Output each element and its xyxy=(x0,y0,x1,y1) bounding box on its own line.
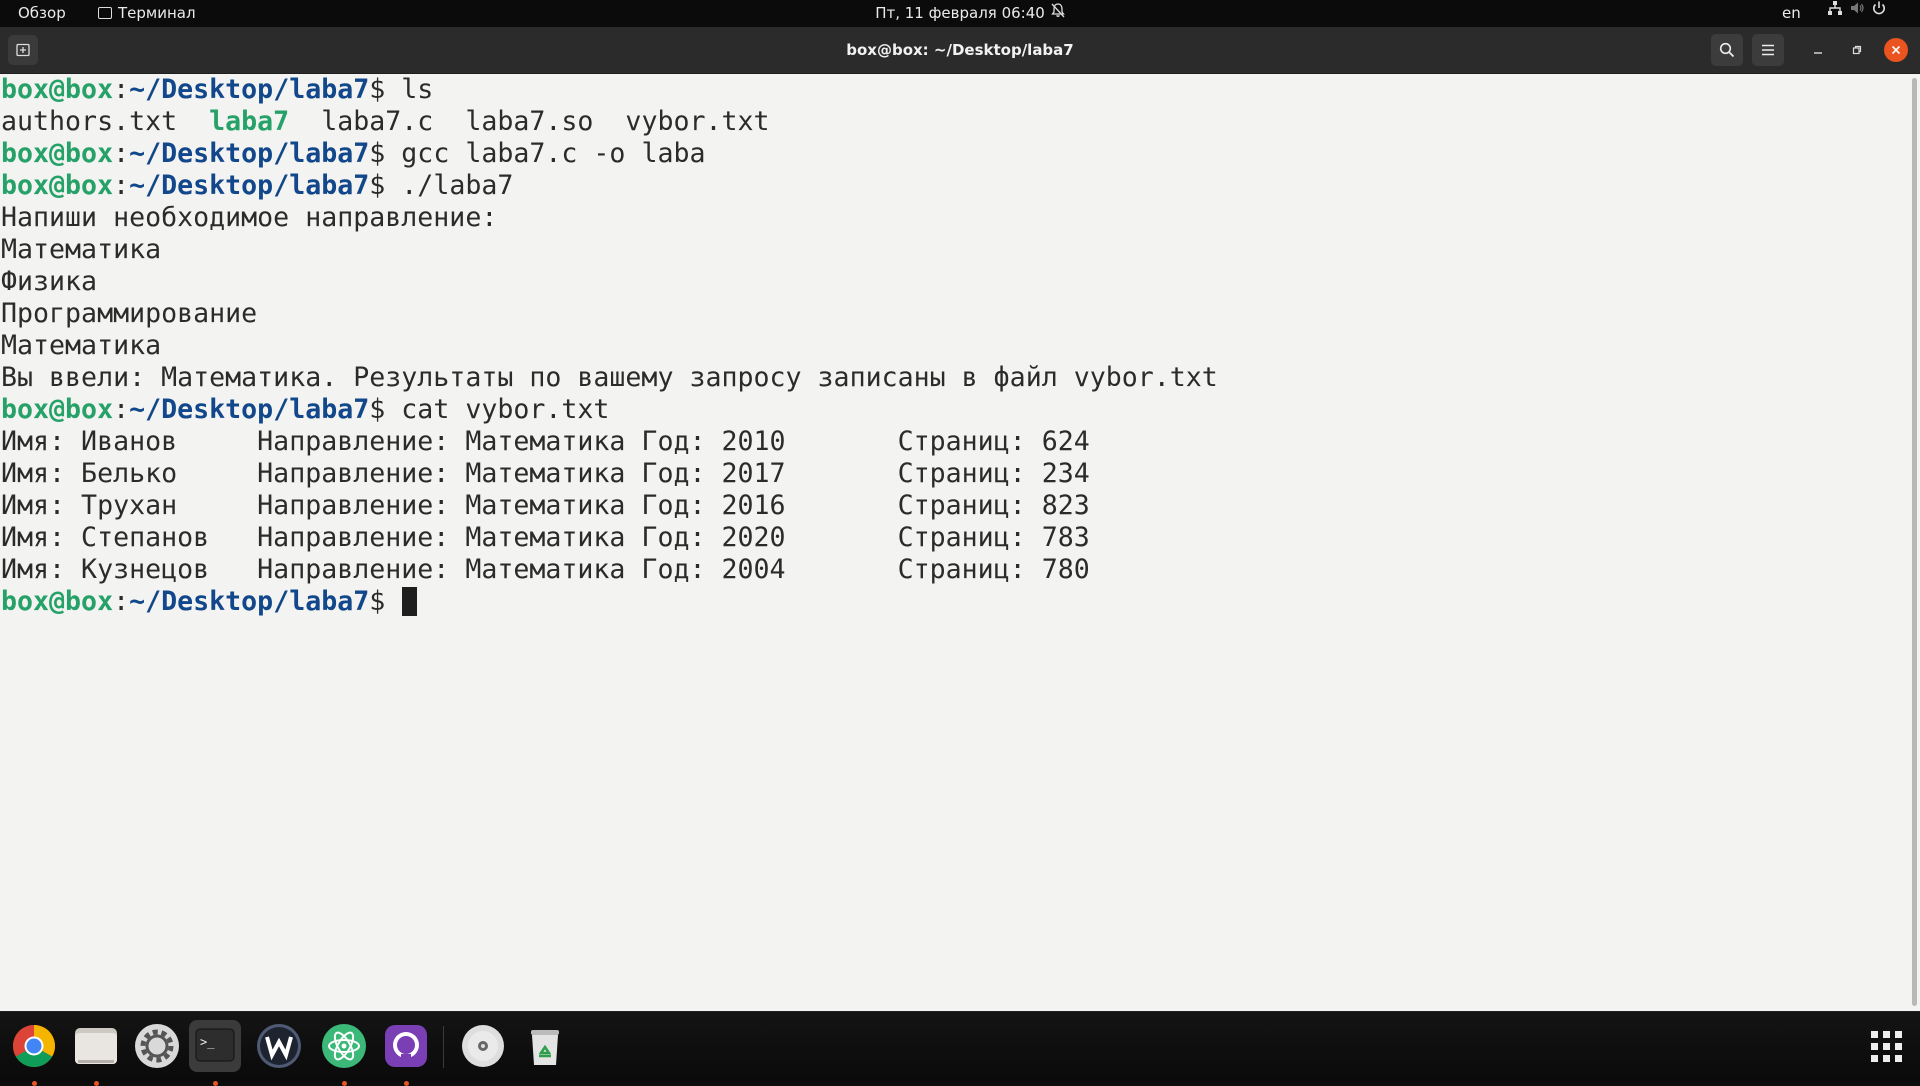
trash-icon[interactable] xyxy=(519,1020,571,1072)
show-applications-icon[interactable] xyxy=(1868,1028,1906,1066)
atom-icon[interactable] xyxy=(318,1020,370,1086)
running-indicator xyxy=(213,1081,218,1086)
running-indicator xyxy=(32,1081,37,1086)
app-menu-label: Терминал xyxy=(118,4,196,22)
close-icon xyxy=(1891,45,1901,55)
notifications-bell-icon[interactable] xyxy=(1051,0,1065,27)
prompt-path: ~/Desktop/laba7 xyxy=(129,170,370,201)
prompt-separator: : xyxy=(113,586,130,617)
new-tab-button[interactable] xyxy=(8,35,38,65)
chrome-icon[interactable] xyxy=(8,1020,60,1086)
terminal-line: box@box:~/Desktop/laba7$ ls xyxy=(1,74,1218,106)
ls-output-text: laba7.c laba7.so vybor.txt xyxy=(289,106,770,137)
running-indicator xyxy=(94,1081,99,1086)
hamburger-menu-icon xyxy=(1762,44,1774,56)
clock-area: Пт, 11 февраля 06:40 xyxy=(0,0,1920,27)
running-indicator xyxy=(342,1081,347,1086)
terminal-line: Имя: Кузнецов Направление: Математика Го… xyxy=(1,554,1090,585)
terminal-line: Имя: Белько Направление: Математика Год:… xyxy=(1,458,1090,489)
terminal-line: Математика xyxy=(1,234,162,265)
power-icon xyxy=(1873,1,1885,15)
terminal-line: Имя: Степанов Направление: Математика Го… xyxy=(1,522,1090,553)
app-menu-button[interactable]: Терминал xyxy=(98,0,196,27)
prompt-separator: : xyxy=(113,170,130,201)
terminal-line: Физика xyxy=(1,266,98,297)
prompt-dollar: $ xyxy=(369,394,402,425)
terminal-line: box@box:~/Desktop/laba7$ cat vybor.txt xyxy=(1,394,1218,426)
terminal-line: Имя: Иванов Направление: Математика Год:… xyxy=(1,426,1090,457)
terminal-line: box@box:~/Desktop/laba7$ ./laba7 xyxy=(1,170,1218,202)
dock: >_ xyxy=(0,1011,1920,1086)
window-title: box@box: ~/Desktop/laba7 xyxy=(846,41,1074,59)
terminal-line: Имя: Трухан Направление: Математика Год:… xyxy=(1,490,1090,521)
top-bar: Обзор Терминал Пт, 11 февраля 06:40 en xyxy=(0,0,1920,27)
clock[interactable]: Пт, 11 февраля 06:40 xyxy=(875,4,1045,22)
hamburger-menu-button[interactable] xyxy=(1752,34,1784,66)
prompt-path: ~/Desktop/laba7 xyxy=(129,74,370,105)
command-text: gcc laba7.c -o laba xyxy=(401,138,706,169)
terminal-icon[interactable]: >_ xyxy=(189,1020,241,1086)
github-desktop-icon[interactable] xyxy=(380,1020,432,1086)
text-cursor xyxy=(402,587,418,616)
prompt-separator: : xyxy=(113,394,130,425)
prompt-user: box@box xyxy=(1,138,114,169)
minimize-icon xyxy=(1814,52,1822,54)
disc-icon[interactable] xyxy=(457,1020,509,1072)
terminal-line: Математика xyxy=(1,330,162,361)
restore-icon xyxy=(1852,45,1862,55)
restore-button[interactable] xyxy=(1845,38,1869,62)
svg-text:>_: >_ xyxy=(200,1035,215,1049)
volume-muted-icon xyxy=(1851,2,1864,14)
terminal-scrollbar[interactable] xyxy=(1910,74,1920,1011)
terminal-line: box@box:~/Desktop/laba7$ xyxy=(1,586,1218,618)
prompt-path: ~/Desktop/laba7 xyxy=(129,138,370,169)
search-button[interactable] xyxy=(1711,34,1743,66)
prompt-dollar: $ xyxy=(369,586,402,617)
terminal-line: Вы ввели: Математика. Результаты по ваше… xyxy=(1,362,1218,393)
terminal-line: authors.txt laba7 laba7.c laba7.so vybor… xyxy=(1,106,1218,138)
system-tray[interactable] xyxy=(1827,0,1893,27)
command-text: cat vybor.txt xyxy=(401,394,610,425)
search-icon xyxy=(1719,42,1735,58)
prompt-dollar: $ xyxy=(369,74,402,105)
close-button[interactable] xyxy=(1884,38,1908,62)
prompt-user: box@box xyxy=(1,170,114,201)
terminal-app-icon xyxy=(98,7,112,19)
scrollbar-thumb[interactable] xyxy=(1912,78,1917,1006)
ls-output-text: authors.txt xyxy=(1,106,210,137)
terminal-output[interactable]: box@box:~/Desktop/laba7$ ls authors.txt … xyxy=(0,74,1910,1011)
keyboard-layout-indicator[interactable]: en xyxy=(1782,0,1801,27)
files-icon[interactable] xyxy=(70,1020,122,1086)
terminal-line: Программирование xyxy=(1,298,258,329)
terminal-headerbar: box@box: ~/Desktop/laba7 xyxy=(0,27,1920,74)
prompt-separator: : xyxy=(113,74,130,105)
terminal-line: Напиши необходимое направление: xyxy=(1,202,498,233)
prompt-user: box@box xyxy=(1,394,114,425)
command-text: ./laba7 xyxy=(401,170,514,201)
prompt-dollar: $ xyxy=(369,170,402,201)
ls-executable-entry: laba7 xyxy=(209,106,290,137)
settings-icon[interactable] xyxy=(131,1020,183,1072)
running-indicator xyxy=(404,1081,409,1086)
prompt-path: ~/Desktop/laba7 xyxy=(129,394,370,425)
prompt-dollar: $ xyxy=(369,138,402,169)
prompt-user: box@box xyxy=(1,586,114,617)
network-icon xyxy=(1828,1,1842,15)
prompt-separator: : xyxy=(113,138,130,169)
prompt-path: ~/Desktop/laba7 xyxy=(129,586,370,617)
activities-button[interactable]: Обзор xyxy=(18,0,66,27)
prompt-user: box@box xyxy=(1,74,114,105)
webstorm-icon[interactable] xyxy=(253,1020,305,1072)
minimize-button[interactable] xyxy=(1806,38,1830,62)
dock-separator xyxy=(443,1026,444,1068)
command-text: ls xyxy=(401,74,434,105)
new-tab-icon xyxy=(16,43,30,57)
terminal-line: box@box:~/Desktop/laba7$ gcc laba7.c -o … xyxy=(1,138,1218,170)
